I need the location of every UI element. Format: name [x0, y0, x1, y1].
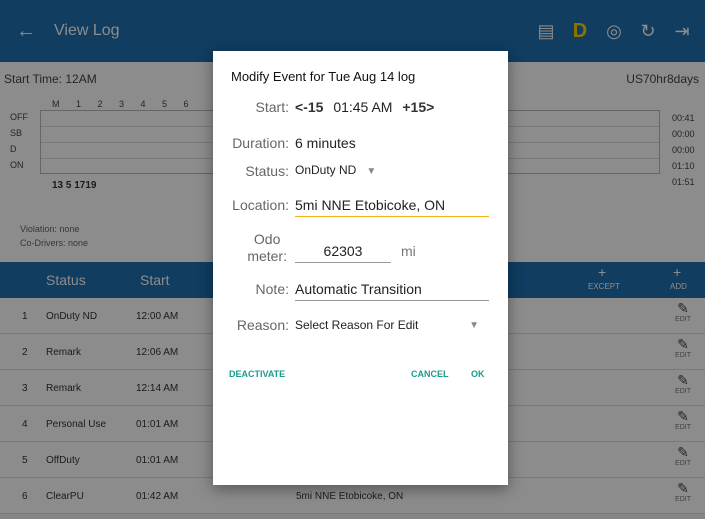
start-stepper: <-15 01:45 AM +15> [295, 99, 434, 115]
status-value: OnDuty ND [295, 163, 357, 177]
note-label: Note: [255, 281, 289, 297]
start-label: Start: [255, 99, 289, 115]
location-label: Location: [232, 197, 289, 213]
ok-button[interactable]: OK [471, 369, 485, 379]
cancel-button[interactable]: CANCEL [411, 369, 449, 379]
dialog-title: Modify Event for Tue Aug 14 log [231, 69, 416, 84]
location-input[interactable]: 5mi NNE Etobicoke, ON [295, 197, 489, 217]
view-log-screen: ← View Log ▤ D ◎ ↻ ⇥ Start Time: 12AM US… [0, 0, 705, 519]
modify-event-dialog: Modify Event for Tue Aug 14 log Start: <… [213, 51, 508, 485]
dropdown-arrow-icon: ▼ [469, 320, 479, 331]
reason-value: Select Reason For Edit [295, 318, 419, 332]
status-dropdown[interactable]: OnDuty ND ▼ [295, 163, 376, 177]
reason-dropdown[interactable]: Select Reason For Edit ▼ [295, 318, 489, 332]
reason-label: Reason: [236, 317, 289, 333]
dropdown-arrow-icon: ▼ [366, 166, 377, 177]
deactivate-button[interactable]: DEACTIVATE [229, 369, 285, 379]
minus-15-button[interactable]: <-15 [295, 99, 323, 115]
plus-15-button[interactable]: +15> [402, 99, 434, 115]
start-time-value[interactable]: 01:45 AM [333, 99, 392, 115]
odometer-label: Odo meter: [247, 231, 287, 264]
status-label: Status: [245, 163, 289, 179]
duration-label: Duration: [232, 135, 289, 151]
odometer-unit: mi [401, 243, 416, 259]
duration-value: 6 minutes [295, 135, 356, 151]
odometer-input[interactable]: 62303 [295, 243, 391, 263]
note-input[interactable]: Automatic Transition [295, 281, 489, 301]
